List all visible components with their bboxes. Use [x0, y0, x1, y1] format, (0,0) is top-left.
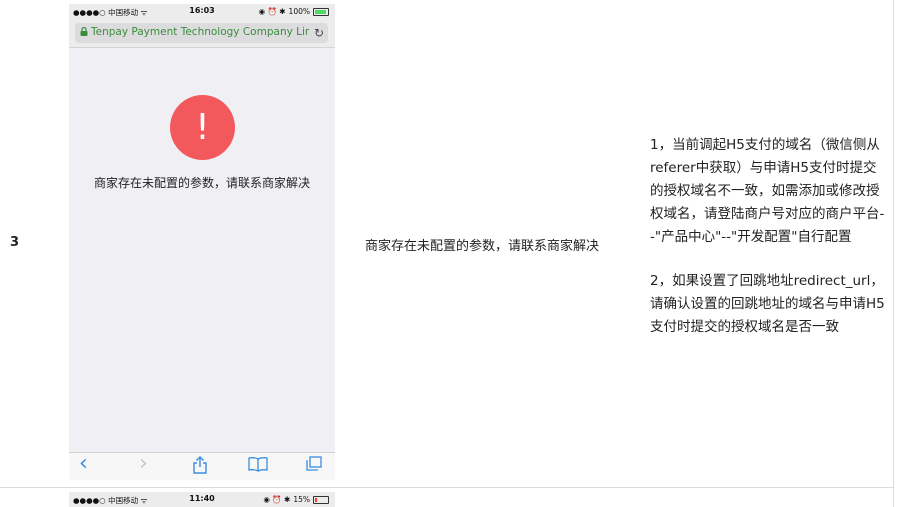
url-field[interactable]: Tenpay Payment Technology Company Limite… — [75, 23, 328, 43]
battery-icon — [313, 495, 329, 504]
reload-icon[interactable]: ↻ — [314, 26, 324, 40]
resolution-notes: 1，当前调起H5支付的域名（微信侧从referer中获取）与申请H5支付时提交的… — [650, 134, 885, 360]
status-icons: ◉ ⏰ ✱ — [258, 7, 286, 16]
table-right-border — [893, 0, 894, 507]
status-bar: ●●●●○ 中国移动 ᯤ 16:03 ◉ ⏰ ✱ 100% — [69, 4, 335, 20]
next-phone-status-bar: ●●●●○ 中国移动 ᯤ 11:40 ◉ ⏰ ✱ 15% — [69, 492, 335, 507]
status-right: ◉ ⏰ ✱ 15% — [263, 495, 329, 504]
error-description: 商家存在未配置的参数，请联系商家解决 — [365, 239, 600, 254]
error-message: 商家存在未配置的参数，请联系商家解决 — [93, 176, 310, 190]
status-right: ◉ ⏰ ✱ 100% — [259, 7, 329, 16]
lock-icon — [80, 27, 88, 36]
battery-percent: 15% — [293, 495, 310, 504]
row-number: 3 — [10, 235, 20, 250]
tabs-icon[interactable] — [305, 456, 323, 476]
error-alert-icon: ! — [170, 95, 235, 160]
note-item-2: 2，如果设置了回跳地址redirect_url，请确认设置的回跳地址的域名与申请… — [650, 273, 885, 335]
browser-toolbar: ‹ › — [69, 451, 335, 480]
note-item-1: 1，当前调起H5支付的域名（微信侧从referer中获取）与申请H5支付时提交的… — [650, 137, 885, 245]
share-icon[interactable] — [193, 456, 207, 478]
browser-address-bar: Tenpay Payment Technology Company Limite… — [69, 20, 335, 48]
table-row-divider — [0, 487, 893, 488]
battery-percent: 100% — [288, 7, 310, 16]
forward-icon[interactable]: › — [139, 451, 148, 476]
battery-icon — [313, 7, 329, 16]
phone-screenshot: ●●●●○ 中国移动 ᯤ 16:03 ◉ ⏰ ✱ 100% Tenpay Pay… — [69, 4, 335, 480]
bookmarks-icon[interactable] — [248, 456, 268, 476]
status-icons: ◉ ⏰ ✱ — [263, 495, 291, 504]
back-icon[interactable]: ‹ — [79, 451, 88, 476]
url-text: Tenpay Payment Technology Company Limite… — [91, 26, 309, 38]
